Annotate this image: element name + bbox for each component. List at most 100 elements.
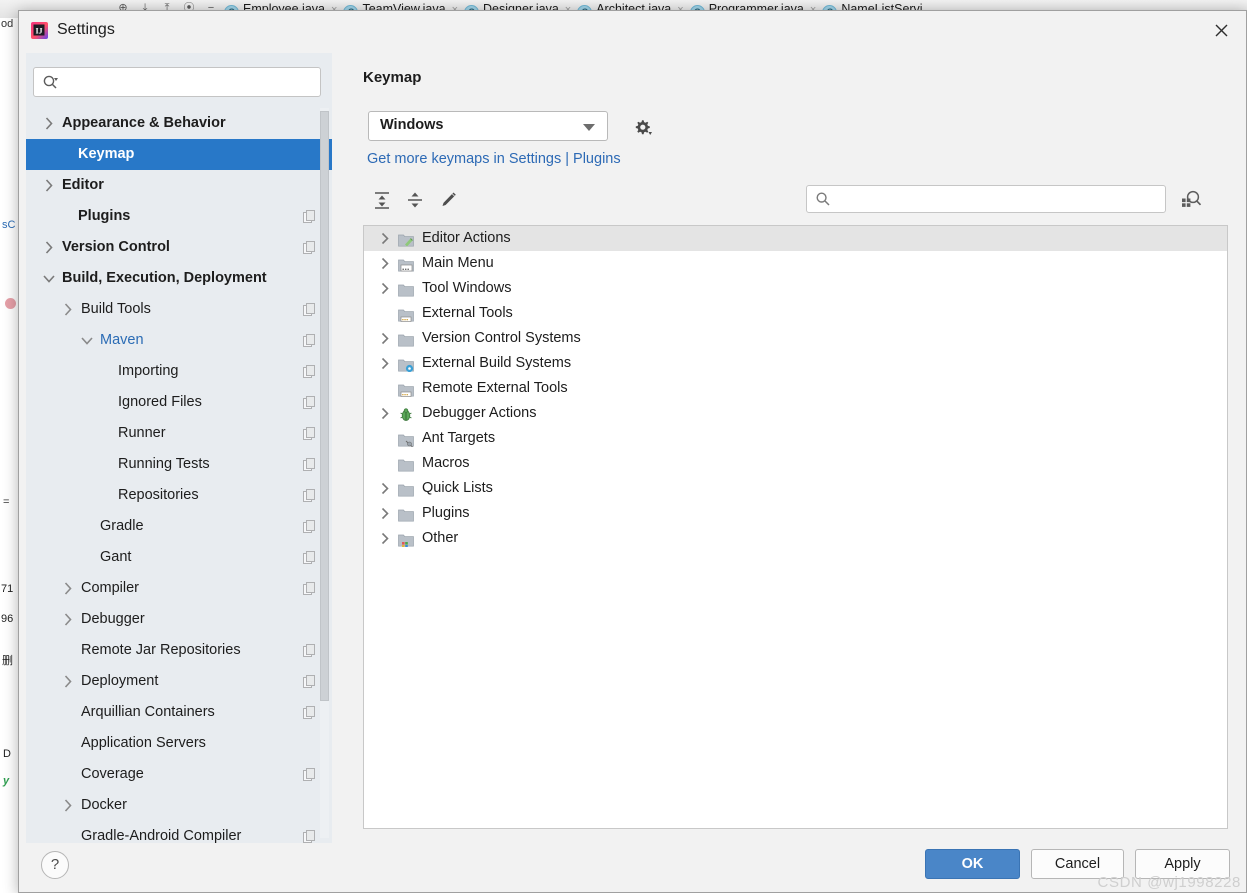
sidebar-item-importing[interactable]: Importing	[26, 356, 332, 387]
chevron-right-icon[interactable]	[378, 226, 392, 251]
chevron-right-icon[interactable]	[61, 573, 75, 604]
find-by-shortcut-icon	[1182, 190, 1202, 207]
folder-icon	[398, 281, 414, 297]
sidebar-tree[interactable]: Appearance & Behavior Keymap Editor Plugins…	[26, 108, 332, 843]
chevron-right-icon[interactable]	[61, 666, 75, 697]
chevron-right-icon[interactable]	[378, 351, 392, 376]
sidebar-item-repositories[interactable]: Repositories	[26, 480, 332, 511]
sidebar-item-debugger[interactable]: Debugger	[26, 604, 332, 635]
keymap-search-input[interactable]	[835, 189, 1159, 211]
collapse-all-button[interactable]	[400, 185, 430, 215]
keymap-tree-row[interactable]: Tool Windows	[364, 276, 1227, 301]
chevron-right-icon[interactable]	[378, 326, 392, 351]
settings-search-input[interactable]	[64, 72, 316, 94]
close-icon[interactable]	[1204, 17, 1238, 45]
sidebar-item-docker[interactable]: Docker	[26, 790, 332, 821]
sidebar-item-build-execution-deployment[interactable]: Build, Execution, Deployment	[26, 263, 332, 294]
copy-settings-icon[interactable]	[303, 241, 316, 254]
keymap-tree-row[interactable]: Editor Actions	[364, 226, 1227, 251]
sidebar-item-remote-jar-repositories[interactable]: Remote Jar Repositories	[26, 635, 332, 666]
keymap-tree-row[interactable]: Quick Lists	[364, 476, 1227, 501]
copy-settings-icon[interactable]	[303, 210, 316, 223]
sidebar-item-maven[interactable]: Maven	[26, 325, 332, 356]
keymap-tree-label: Plugins	[422, 505, 470, 521]
settings-search-box[interactable]	[33, 67, 321, 97]
keymap-settings-gear-button[interactable]	[627, 111, 657, 141]
get-more-keymaps-link[interactable]: Get more keymaps in Settings | Plugins	[367, 151, 621, 167]
chevron-right-icon[interactable]	[378, 476, 392, 501]
sidebar-item-arquillian-containers[interactable]: Arquillian Containers	[26, 697, 332, 728]
sidebar-item-deployment[interactable]: Deployment	[26, 666, 332, 697]
find-by-shortcut-button[interactable]	[1178, 185, 1206, 213]
sidebar-item-build-tools[interactable]: Build Tools	[26, 294, 332, 325]
sidebar-item-editor[interactable]: Editor	[26, 170, 332, 201]
keymap-tree[interactable]: Editor Actions Main Menu Tool Windows Exter…	[363, 225, 1228, 829]
copy-settings-icon[interactable]	[303, 706, 316, 719]
chevron-right-icon[interactable]	[378, 401, 392, 426]
chevron-right-icon[interactable]	[61, 604, 75, 635]
sidebar-item-runner[interactable]: Runner	[26, 418, 332, 449]
copy-settings-icon[interactable]	[303, 303, 316, 316]
keymap-tree-row[interactable]: External Tools	[364, 301, 1227, 326]
chevron-down-icon[interactable]	[80, 325, 94, 356]
copy-settings-icon[interactable]	[303, 427, 316, 440]
external-tools-folder-icon	[398, 306, 414, 322]
background-text-fragment: =	[3, 496, 10, 508]
keymap-tree-row[interactable]: Version Control Systems	[364, 326, 1227, 351]
sidebar-scrollbar-thumb[interactable]	[320, 111, 329, 701]
copy-settings-icon[interactable]	[303, 675, 316, 688]
chevron-right-icon[interactable]	[42, 108, 56, 139]
copy-settings-icon[interactable]	[303, 551, 316, 564]
copy-settings-icon[interactable]	[303, 334, 316, 347]
sidebar-item-appearance-behavior[interactable]: Appearance & Behavior	[26, 108, 332, 139]
sidebar-item-gradle[interactable]: Gradle	[26, 511, 332, 542]
sidebar-item-plugins[interactable]: Plugins	[26, 201, 332, 232]
keymap-tree-row[interactable]: External Build Systems	[364, 351, 1227, 376]
background-text-fragment: 71	[1, 583, 14, 595]
sidebar-item-running-tests[interactable]: Running Tests	[26, 449, 332, 480]
keymap-tree-row[interactable]: Plugins	[364, 501, 1227, 526]
keymap-tree-row[interactable]: Ant Targets	[364, 426, 1227, 451]
copy-settings-icon[interactable]	[303, 489, 316, 502]
ok-button[interactable]: OK	[925, 849, 1020, 879]
chevron-right-icon[interactable]	[378, 276, 392, 301]
keymap-tree-row[interactable]: Remote External Tools	[364, 376, 1227, 401]
sidebar-item-keymap[interactable]: Keymap	[26, 139, 332, 170]
edit-shortcut-button[interactable]	[433, 185, 463, 215]
keymap-tree-row[interactable]: Main Menu	[364, 251, 1227, 276]
sidebar-item-ignored-files[interactable]: Ignored Files	[26, 387, 332, 418]
chevron-right-icon[interactable]	[378, 526, 392, 551]
keymap-tree-row[interactable]: Macros	[364, 451, 1227, 476]
chevron-right-icon[interactable]	[42, 232, 56, 263]
keymap-tree-label: Ant Targets	[422, 430, 496, 446]
expand-all-button[interactable]	[367, 185, 397, 215]
copy-settings-icon[interactable]	[303, 396, 316, 409]
sidebar-item-version-control[interactable]: Version Control	[26, 232, 332, 263]
chevron-down-icon[interactable]	[42, 263, 56, 294]
sidebar-item-coverage[interactable]: Coverage	[26, 759, 332, 790]
chevron-right-icon[interactable]	[378, 251, 392, 276]
chevron-right-icon[interactable]	[61, 790, 75, 821]
copy-settings-icon[interactable]	[303, 458, 316, 471]
keymap-select[interactable]: Windows	[368, 111, 608, 141]
sidebar-item-compiler[interactable]: Compiler	[26, 573, 332, 604]
copy-settings-icon[interactable]	[303, 644, 316, 657]
sidebar-item-application-servers[interactable]: Application Servers	[26, 728, 332, 759]
chevron-right-icon[interactable]	[378, 501, 392, 526]
copy-settings-icon[interactable]	[303, 365, 316, 378]
sidebar-item-gant[interactable]: Gant	[26, 542, 332, 573]
chevron-right-icon[interactable]	[42, 170, 56, 201]
sidebar-item-label: Remote Jar Repositories	[81, 642, 241, 658]
folder-icon	[398, 481, 414, 497]
search-dropdown-icon	[42, 74, 59, 91]
chevron-right-icon[interactable]	[61, 294, 75, 325]
copy-settings-icon[interactable]	[303, 520, 316, 533]
keymap-search-box[interactable]	[806, 185, 1166, 213]
copy-settings-icon[interactable]	[303, 582, 316, 595]
build-folder-icon	[398, 356, 414, 373]
help-button[interactable]: ?	[41, 851, 69, 879]
keymap-tree-row[interactable]: Debugger Actions	[364, 401, 1227, 426]
keymap-tree-row[interactable]: Other	[364, 526, 1227, 551]
sidebar-item-label: Gradle	[100, 518, 144, 534]
copy-settings-icon[interactable]	[303, 768, 316, 781]
